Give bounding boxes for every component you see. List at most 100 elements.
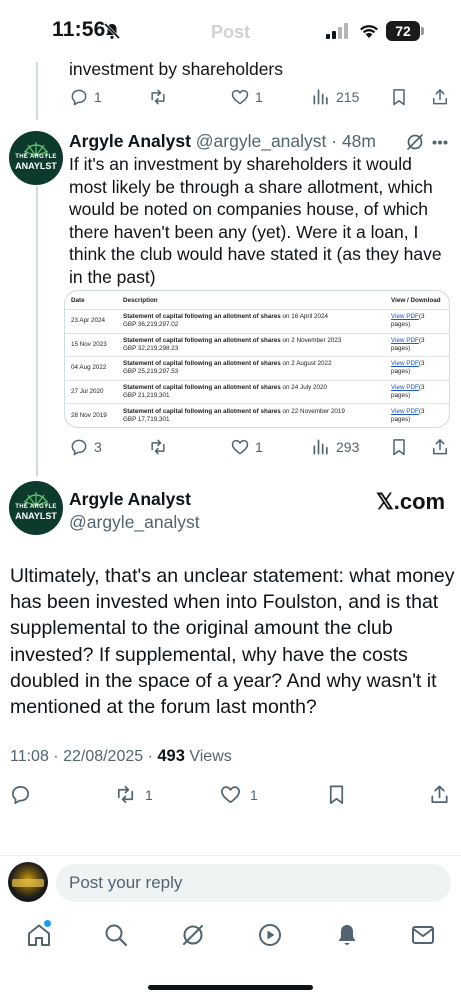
view-pdf-link[interactable]: View PDF [391, 384, 419, 391]
row-date: 23 Apr 2024 [65, 309, 117, 333]
main-tweet-views-label: Views [184, 748, 232, 765]
heart-icon [221, 786, 240, 804]
wifi-icon [360, 25, 378, 38]
bell-off-icon [103, 22, 121, 40]
table-header-row: Date Description View / Download [65, 291, 449, 310]
table-header-description: Description [123, 297, 158, 304]
more-icon[interactable] [432, 140, 448, 145]
main-tweet-timestamp[interactable]: 11:08 · 22/08/2025 · [10, 748, 157, 765]
row-date: 28 Nov 2019 [65, 403, 117, 427]
grok-icon[interactable] [405, 132, 425, 152]
row-view-cell: View PDF(3 pages) [385, 379, 449, 404]
main-repost-count: 1 [145, 786, 153, 803]
parent-like-button[interactable]: 1 [230, 87, 263, 107]
filing-history-table: Date Description View / Download 23 Apr … [65, 291, 449, 427]
nav-home[interactable] [26, 922, 56, 952]
reply-icon [71, 439, 87, 456]
attached-image-table[interactable]: Date Description View / Download 23 Apr … [64, 290, 450, 428]
main-bookmark-button[interactable] [325, 783, 348, 806]
home-notification-dot [44, 920, 51, 927]
reply-author-avatar[interactable]: THE ARGYLE ANAYLST [9, 131, 63, 185]
nav-video[interactable] [257, 922, 287, 952]
row-title: Statement of capital following an allotm… [123, 313, 281, 321]
row-amount: GBP 32,219,298.23 [123, 344, 179, 352]
parent-bookmark-button[interactable] [389, 87, 409, 107]
grok-icon [183, 925, 203, 945]
views-icon [313, 439, 328, 455]
table-header-view: View / Download [391, 297, 441, 304]
reply-reply-button[interactable]: 3 [69, 437, 102, 457]
main-reply-button[interactable] [9, 783, 32, 806]
row-on-date: on 22 November 2019 [280, 407, 345, 415]
view-pdf-link[interactable]: View PDF [391, 337, 419, 344]
notifications-icon [338, 925, 356, 945]
thread-line [36, 186, 38, 476]
reply-bookmark-button[interactable] [389, 437, 409, 457]
main-repost-button[interactable]: 1 [114, 783, 153, 806]
messages-icon [412, 926, 434, 944]
row-on-date: on 2 November 2023 [280, 336, 342, 344]
table-header-date: Date [71, 297, 85, 304]
row-view-cell: View PDF(3 pages) [385, 309, 449, 333]
reply-share-button[interactable] [430, 437, 450, 457]
row-amount: GBP 36,219,297.02 [123, 321, 179, 329]
heart-icon [231, 89, 249, 105]
row-title: Statement of capital following an allotm… [123, 336, 281, 344]
nav-search[interactable] [103, 922, 133, 952]
row-title: Statement of capital following an allotm… [123, 383, 281, 391]
video-icon [259, 924, 281, 946]
avatar-text-top: THE ARGYLE [15, 504, 57, 510]
current-user-avatar[interactable] [8, 862, 48, 902]
parent-repost-button[interactable] [148, 87, 168, 107]
repost-icon [151, 89, 165, 105]
reply-views-count: 293 [336, 439, 360, 455]
row-date: 27 Jul 2020 [65, 379, 117, 404]
parent-reply-count: 1 [94, 89, 102, 105]
main-like-button[interactable]: 1 [219, 783, 258, 806]
row-amount: GBP 17,719,301 [123, 415, 170, 423]
main-author-handle[interactable]: @argyle_analyst [69, 512, 200, 533]
reply-author-row[interactable]: Argyle Analyst @argyle_analyst · 48m [69, 131, 376, 152]
nav-notifications[interactable] [334, 922, 364, 952]
main-share-button[interactable] [428, 783, 451, 806]
row-on-date: on 2 August 2022 [280, 360, 332, 368]
parent-share-button[interactable] [430, 87, 450, 107]
main-author-name[interactable]: Argyle Analyst [69, 489, 191, 509]
reply-reply-count: 3 [94, 439, 102, 455]
reply-icon [11, 785, 30, 804]
reply-author-handle-time: @argyle_analyst · 48m [195, 131, 376, 151]
reply-views-button[interactable]: 293 [311, 437, 359, 457]
search-icon [105, 924, 128, 947]
reply-like-button[interactable]: 1 [230, 437, 263, 457]
row-amount: GBP 21,219,301 [123, 391, 170, 399]
reply-author-name[interactable]: Argyle Analyst [69, 131, 191, 151]
main-author-avatar[interactable]: THE ARGYLE ANAYLST [9, 481, 63, 535]
view-pdf-link[interactable]: View PDF [391, 360, 419, 367]
parent-views-button[interactable]: 215 [311, 87, 359, 107]
row-view-cell: View PDF(3 pages) [385, 403, 449, 427]
reply-input[interactable]: Post your reply [56, 864, 451, 902]
avatar-text-bottom: ANAYLST [15, 161, 57, 171]
parent-reply-button[interactable]: 1 [69, 87, 102, 107]
main-like-count: 1 [250, 786, 258, 803]
bookmark-icon [393, 89, 405, 106]
bookmark-icon [329, 785, 344, 804]
row-description: Statement of capital following an allotm… [117, 332, 385, 357]
main-author-name-row[interactable]: Argyle Analyst [69, 489, 191, 510]
view-pdf-link[interactable]: View PDF [391, 408, 419, 415]
row-on-date: on 16 April 2024 [280, 313, 329, 321]
reply-repost-button[interactable] [148, 437, 168, 457]
repost-icon [151, 439, 165, 455]
bookmark-icon [393, 439, 405, 456]
row-description: Statement of capital following an allotm… [117, 403, 385, 427]
thread-line [36, 62, 38, 120]
nav-grok[interactable] [180, 922, 210, 952]
heart-icon [231, 439, 249, 455]
share-icon [433, 89, 447, 105]
table-row: 15 Nov 2023 Statement of capital followin… [65, 332, 449, 357]
table-row: 27 Jul 2020 Statement of capital followin… [65, 379, 449, 404]
main-tweet-timestamp-row: 11:08 · 22/08/2025 · 493 Views [10, 747, 232, 766]
nav-messages[interactable] [410, 922, 440, 952]
view-pdf-link[interactable]: View PDF [391, 313, 419, 320]
divider [0, 855, 461, 856]
